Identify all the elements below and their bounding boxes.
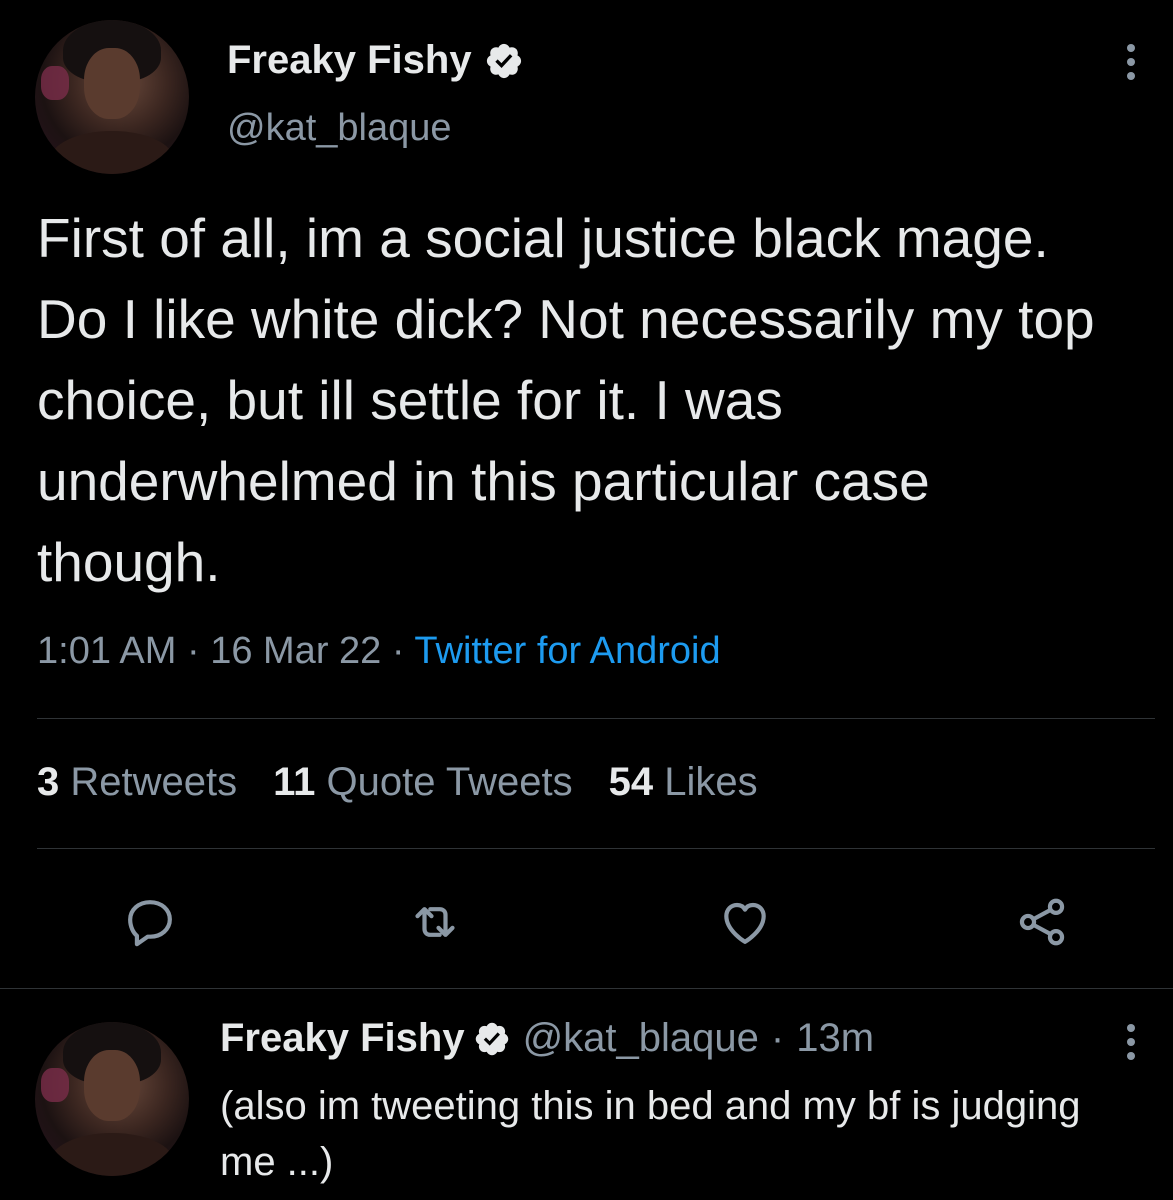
reply-author-handle[interactable]: @kat_blaque: [523, 1016, 759, 1061]
likes-count: 54: [608, 760, 654, 804]
author-avatar[interactable]: [35, 20, 189, 174]
retweet-button[interactable]: [403, 890, 467, 954]
like-button[interactable]: [713, 890, 777, 954]
retweet-icon: [415, 907, 455, 937]
reply-header: Freaky Fishy @kat_blaque · 13m: [220, 1016, 874, 1061]
divider: [0, 988, 1173, 989]
divider: [37, 848, 1155, 849]
verified-badge-icon: [486, 43, 521, 78]
reply-more-options-icon[interactable]: [1111, 1012, 1151, 1072]
reply-author-name[interactable]: Freaky Fishy: [220, 1016, 465, 1061]
tweet-time[interactable]: 1:01 AM: [37, 630, 176, 672]
author-name[interactable]: Freaky Fishy: [227, 38, 472, 83]
divider: [37, 718, 1155, 719]
retweets-label: Retweets: [70, 760, 238, 804]
tweet-source-link[interactable]: Twitter for Android: [414, 630, 720, 672]
reply-time[interactable]: 13m: [796, 1016, 874, 1061]
verified-badge-icon: [475, 1022, 508, 1055]
author-name-row[interactable]: Freaky Fishy: [227, 38, 524, 83]
share-icon: [1019, 898, 1065, 946]
tweet-text: First of all, im a social justice black …: [37, 207, 1095, 593]
reply-text: (also im tweeting this in bed and my bf …: [220, 1084, 1081, 1184]
quote-tweets-stat[interactable]: 11 Quote Tweets: [273, 760, 573, 805]
more-options-icon[interactable]: [1111, 32, 1151, 92]
tweet-date[interactable]: 16 Mar 22: [210, 630, 381, 672]
reply-separator: ·: [770, 1016, 785, 1060]
reply-author-avatar[interactable]: [35, 1022, 189, 1176]
likes-stat[interactable]: 54 Likes: [609, 760, 758, 805]
tweet-meta: 1:01 AM · 16 Mar 22 · Twitter for Androi…: [37, 630, 721, 673]
tweet-stats: 3 Retweets 11 Quote Tweets 54 Likes: [37, 760, 758, 805]
like-icon: [724, 902, 766, 944]
author-handle[interactable]: @kat_blaque: [227, 107, 452, 150]
reply-button[interactable]: [118, 890, 182, 954]
quotes-label: Quote Tweets: [326, 760, 573, 804]
reply-icon: [128, 900, 172, 947]
share-button[interactable]: [1010, 890, 1074, 954]
meta-separator: ·: [391, 630, 405, 672]
likes-label: Likes: [664, 760, 758, 804]
retweets-stat[interactable]: 3 Retweets: [37, 760, 237, 805]
retweets-count: 3: [37, 760, 60, 804]
meta-separator: ·: [186, 630, 200, 672]
quotes-count: 11: [273, 760, 316, 804]
